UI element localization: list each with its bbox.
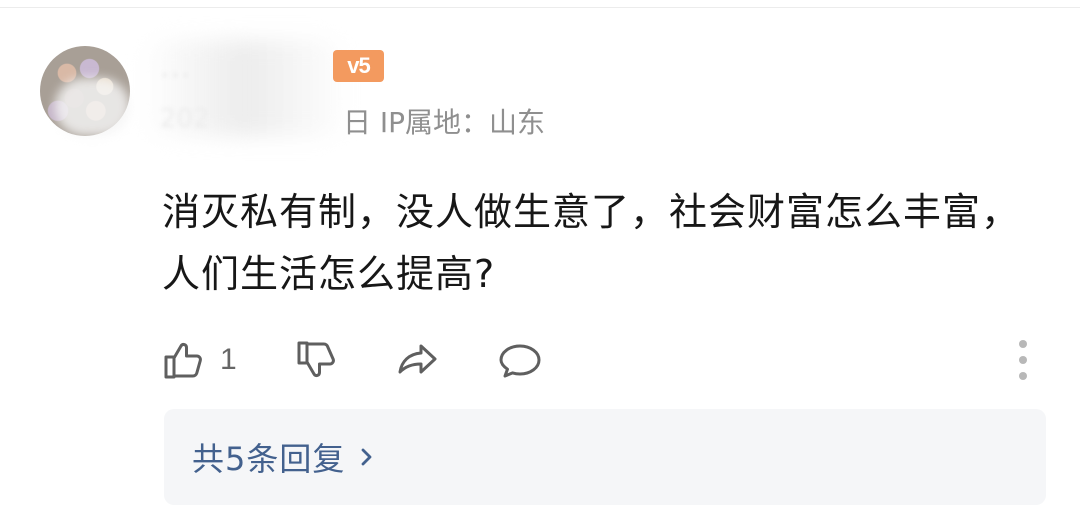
share-icon: [396, 338, 440, 382]
like-count: 1: [220, 343, 237, 376]
more-dot: [1019, 356, 1027, 364]
replies-summary[interactable]: 共5条回复: [164, 409, 1046, 505]
top-divider: [0, 7, 1080, 8]
dislike-button[interactable]: [296, 338, 340, 382]
level-badge: v5: [333, 50, 384, 82]
username-privacy-blur: [140, 40, 350, 136]
more-vertical-icon[interactable]: [1017, 340, 1031, 380]
like-button[interactable]: 1: [162, 338, 237, 382]
more-dot: [1019, 340, 1027, 348]
reply-button[interactable]: [498, 338, 542, 382]
thumb-up-icon: [162, 338, 206, 382]
comment-icon: [498, 338, 542, 382]
thumb-down-icon: [296, 338, 340, 382]
more-dot: [1019, 372, 1027, 380]
replies-count-text: 共5条回复: [192, 440, 346, 478]
share-button[interactable]: [396, 338, 440, 382]
ip-location: 日 IP属地：山东: [343, 106, 546, 139]
chevron-right-icon: [357, 447, 377, 467]
comment-text: 消灭私有制，没人做生意了，社会财富怎么丰富，人们生活怎么提高?: [162, 190, 1021, 296]
avatar-privacy-blur: [55, 78, 130, 136]
